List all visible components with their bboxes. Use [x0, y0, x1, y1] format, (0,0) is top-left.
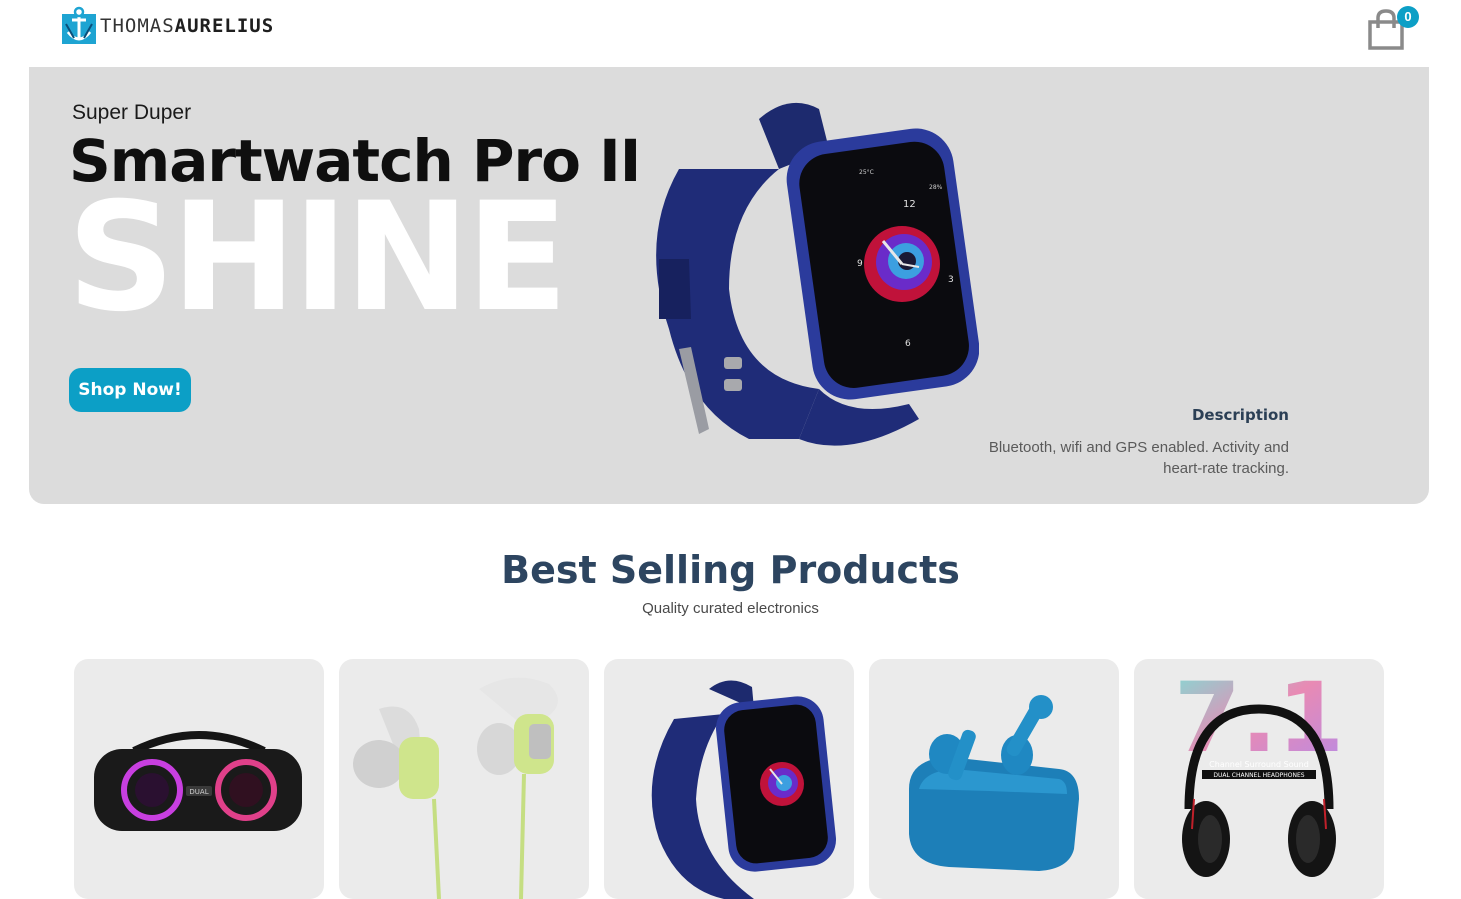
watch-number-12: 12 [903, 199, 916, 210]
headphones-image: 7.1 Channel Surround Sound DUAL CHANNEL … [1174, 662, 1344, 877]
brand-name: THOMASAURELIUS [100, 15, 274, 37]
headphones-label: DUAL CHANNEL HEADPHONES [1213, 772, 1304, 779]
earphones-image [353, 677, 558, 899]
brand-logo[interactable]: THOMASAURELIUS [60, 5, 274, 47]
description-text: Bluetooth, wifi and GPS enabled. Activit… [988, 439, 1289, 477]
product-card-speaker[interactable]: DUAL [74, 659, 324, 899]
brand-name-light: THOMAS [100, 15, 175, 37]
brand-name-bold: AURELIUS [174, 15, 275, 37]
watch-number-9: 9 [857, 259, 863, 269]
watch-number-6: 6 [905, 339, 911, 349]
cart-button[interactable]: 0 [1366, 6, 1422, 54]
cart-count-badge: 0 [1397, 6, 1419, 28]
product-card-earbuds[interactable] [869, 659, 1119, 899]
product-card-earphones[interactable] [339, 659, 589, 899]
anchor-logo-icon [62, 6, 96, 44]
product-card-smartwatch[interactable] [604, 659, 854, 899]
watch-temperature: 25°C [859, 169, 874, 176]
navbar: THOMASAURELIUS 0 [0, 0, 1461, 66]
section-subtitle: Quality curated electronics [642, 600, 819, 617]
smartwatch-image-small [651, 680, 837, 899]
headphones-tagline: Channel Surround Sound [1209, 760, 1309, 769]
description-heading: Description [1191, 406, 1289, 424]
hero-small-text: Super Duper [72, 101, 192, 124]
hero-banner: Super Duper Smartwatch Pro II SHINE Shop… [29, 67, 1429, 504]
product-card-headphones[interactable]: 7.1 Channel Surround Sound DUAL CHANNEL … [1134, 659, 1384, 899]
smartwatch-image: 12 3 6 9 25°C 28% [656, 102, 979, 446]
earbuds-image [909, 695, 1079, 871]
watch-number-3: 3 [948, 275, 954, 285]
section-title: Best Selling Products [501, 548, 960, 592]
speaker-badge-text: DUAL [189, 788, 208, 796]
watch-battery: 28% [929, 184, 943, 191]
party-speaker-image: DUAL [94, 731, 302, 831]
hero-big-text: SHINE [67, 171, 568, 345]
shop-now-button[interactable]: Shop Now! [69, 368, 191, 412]
